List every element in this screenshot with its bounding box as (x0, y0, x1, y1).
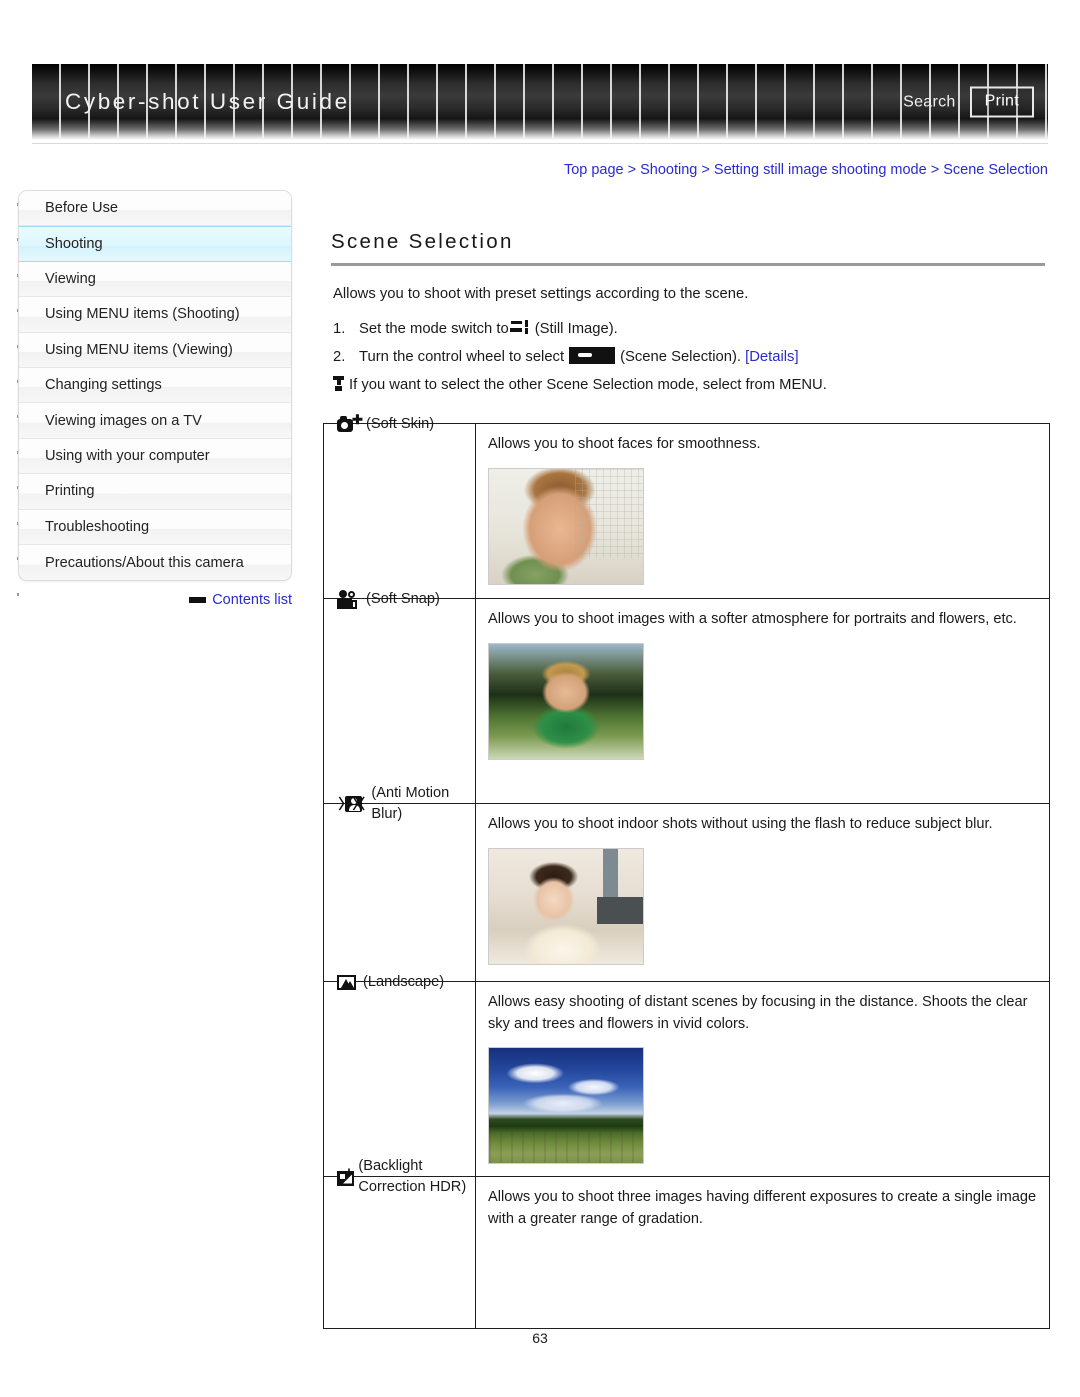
mode-label: (Soft Skin) (366, 415, 435, 432)
app-header: Cyber-shot User Guide Search Print (32, 64, 1048, 140)
header-divider (32, 143, 1048, 144)
app-title: Cyber-shot User Guide (65, 89, 350, 114)
anti-motion-blur-icon: 〈〈〉〉 (337, 795, 367, 812)
mode-label: (Anti Motion Blur) (371, 785, 450, 822)
step-2-text-after: (Scene Selection). (620, 349, 741, 365)
mode-description: Allows you to shoot images with a softer… (488, 611, 1017, 627)
sample-photo-child-indoor-photo (488, 847, 644, 965)
step-1: 1. Set the mode switch to (Still Image). (333, 315, 1048, 343)
sidebar-item-label: Troubleshooting (45, 518, 150, 535)
step-2-text-before: Turn the control wheel to select (359, 349, 565, 365)
sidebar-item-printing[interactable]: Printing (19, 474, 291, 510)
soft-snap-icon (337, 589, 361, 609)
scene-mode-table: ✚ (Soft Skin) Allows you to shoot faces fo… (323, 413, 1050, 1329)
landscape-icon (337, 973, 358, 992)
page-title: Scene Selection (331, 230, 514, 253)
contents-bar-icon (189, 597, 207, 603)
sidebar-item-before-use[interactable]: Before Use (19, 191, 291, 227)
mode-description-wrap: Allows you to shoot three images having … (476, 1177, 1049, 1242)
sidebar-item-label: Before Use (45, 200, 119, 217)
document-page: Cyber-shot User Guide Search Print Top p… (0, 0, 1080, 1397)
table-row: 〈〈〉〉(Anti Motion Blur) Allows you to shoo… (323, 785, 1050, 982)
table-row: ✚ (Soft Skin) Allows you to shoot faces fo… (323, 413, 1050, 599)
scene-selection-wheel-icon (569, 347, 616, 364)
step-1-number: 1. (333, 321, 346, 337)
sidebar-item-troubleshooting[interactable]: Troubleshooting (19, 509, 291, 545)
sample-photo-child-in-field-photo (488, 642, 644, 760)
details-link[interactable]: [Details] (745, 349, 798, 365)
title-underline (331, 263, 1045, 266)
contents-list-row[interactable]: Contents list (18, 592, 292, 608)
sidebar-item-label: Printing (45, 483, 95, 500)
sidebar-item-label: Using MENU items (Viewing) (45, 341, 233, 358)
mode-description: Allows you to shoot faces for smoothness… (488, 436, 761, 452)
mode-description-wrap: Allows you to shoot images with a softer… (476, 599, 1049, 772)
mode-icon-cell: (Landscape) (323, 974, 476, 1177)
instruction-steps: 1. Set the mode switch to (Still Image). 2… (333, 315, 1048, 399)
mode-description-wrap: Allows you to shoot faces for smoothness… (476, 424, 1049, 597)
breadcrumb[interactable]: Top page > Shooting > Setting still imag… (0, 162, 1048, 178)
sidebar-item-changing-settings[interactable]: Changing settings (19, 367, 291, 404)
soft-skin-icon: ✚ (337, 413, 363, 434)
sample-photo-child-face-photo (488, 467, 644, 585)
mode-icon-cell: 〈〈〉〉(Anti Motion Blur) (323, 785, 476, 982)
sidebar-item-viewing-images-on-a-tv[interactable]: Viewing images on a TV (19, 403, 291, 439)
mode-description-cell: Allows you to shoot indoor shots without… (475, 803, 1050, 982)
note-text: If you want to select the other Scene Se… (349, 377, 827, 393)
still-image-icon (509, 320, 532, 336)
mode-label: (Soft Snap) (366, 590, 440, 607)
sidebar-item-label: Precautions/About this camera (45, 554, 244, 571)
page-number: 63 (532, 1330, 548, 1346)
mode-description: Allows easy shooting of distant scenes b… (488, 994, 1028, 1032)
sidebar-item-using-menu-items-shooting[interactable]: Using MENU items (Shooting) (19, 297, 291, 333)
sidebar-item-shooting[interactable]: Shooting (19, 226, 291, 262)
table-row: (Soft Snap) Allows you to shoot images wi… (323, 589, 1050, 804)
mode-label: (Landscape) (363, 973, 445, 990)
mode-description: Allows you to shoot three images having … (488, 1189, 1037, 1227)
backlight-correction-hdr-icon: + (337, 1165, 354, 1187)
mode-description-cell: Allows you to shoot three images having … (475, 1176, 1050, 1329)
header-actions: Search Print (903, 86, 1034, 118)
sidebar-item-using-menu-items-viewing[interactable]: Using MENU items (Viewing) (19, 332, 291, 368)
note-row: If you want to select the other Scene Se… (333, 371, 1048, 399)
mode-icon-cell: + (Backlight Correction HDR) (323, 1158, 476, 1329)
mode-description: Allows you to shoot indoor shots without… (488, 816, 993, 832)
sidebar-item-precautions-about-this-camera[interactable]: Precautions/About this camera (19, 544, 291, 581)
mode-label: (Backlight Correction HDR) (358, 1158, 467, 1195)
table-row: + (Backlight Correction HDR) Allows you to… (323, 1158, 1050, 1329)
mode-description-cell: Allows you to shoot images with a softer… (475, 598, 1050, 804)
table-row: (Landscape) Allows easy shooting of dista… (323, 974, 1050, 1177)
sidebar-item-using-with-your-computer[interactable]: Using with your computer (19, 438, 291, 475)
mode-description-wrap: Allows easy shooting of distant scenes b… (476, 982, 1049, 1176)
sidebar-item-label: Using MENU items (Shooting) (45, 306, 240, 323)
sidebar-item-label: Viewing images on a TV (45, 412, 202, 429)
step-2-number: 2. (333, 349, 346, 365)
print-button[interactable]: Print (969, 86, 1034, 118)
mode-description-cell: Allows easy shooting of distant scenes b… (475, 981, 1050, 1177)
sample-photo-landscape-sky-photo (488, 1047, 644, 1164)
step-1-text-after: (Still Image). (534, 321, 618, 337)
step-2: 2. Turn the control wheel to select (Scene… (333, 343, 1048, 371)
search-button[interactable]: Search (903, 93, 956, 111)
contents-list-link[interactable]: Contents list (212, 592, 292, 608)
sidebar-item-label: Viewing (45, 270, 96, 287)
sidebar-item-label: Using with your computer (45, 447, 210, 464)
sidebar-item-label: Shooting (45, 236, 103, 253)
sidebar-nav: Before Use Shooting Viewing Using MENU item… (18, 190, 292, 582)
intro-text: Allows you to shoot with preset settings… (333, 286, 749, 302)
mode-description-wrap: Allows you to shoot indoor shots without… (476, 804, 1049, 977)
mode-icon-cell: ✚ (Soft Skin) (323, 413, 476, 599)
mode-icon-cell: (Soft Snap) (323, 589, 476, 804)
tip-icon (333, 376, 347, 392)
sidebar-item-viewing[interactable]: Viewing (19, 261, 291, 298)
step-1-text-before: Set the mode switch to (359, 321, 509, 337)
mode-description-cell: Allows you to shoot faces for smoothness… (475, 423, 1050, 599)
sidebar-item-label: Changing settings (45, 377, 162, 394)
